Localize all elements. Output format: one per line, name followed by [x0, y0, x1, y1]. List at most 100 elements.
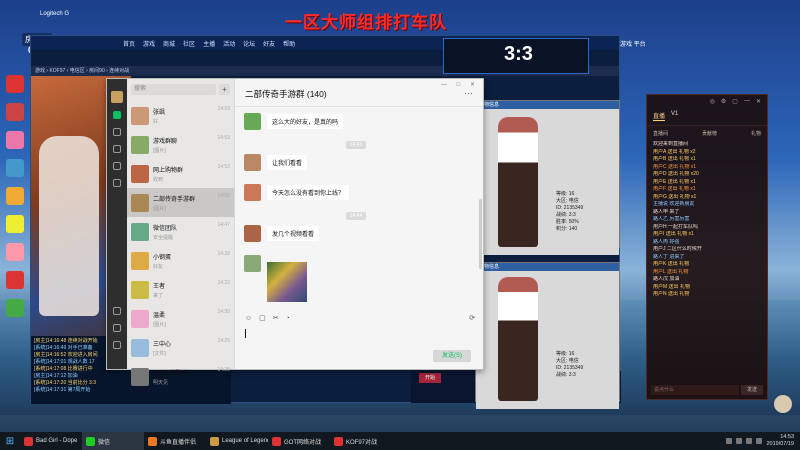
live-sub-tab[interactable]: 贡献榜: [702, 130, 717, 137]
taskbar-app[interactable]: 斗鱼直播伴侣: [144, 432, 206, 450]
window-icon[interactable]: ▢: [732, 98, 738, 105]
clock[interactable]: 14:53 2019/07/19: [766, 434, 794, 448]
send-button[interactable]: 发送(S): [433, 350, 471, 362]
user-avatar[interactable]: [111, 91, 123, 103]
game-menu-item[interactable]: 好友: [263, 39, 275, 48]
desktop-icon[interactable]: [2, 215, 28, 233]
phone-icon[interactable]: [113, 324, 121, 332]
contact-avatar: [131, 106, 149, 125]
game-menu-item[interactable]: 社区: [183, 39, 195, 48]
new-chat-button[interactable]: +: [219, 84, 230, 95]
live-message: 路人甲 来了: [653, 208, 680, 215]
conversation-time: 14:20: [217, 367, 230, 373]
conversation-preview: 安全提醒: [153, 234, 174, 241]
sender-avatar[interactable]: [244, 154, 261, 171]
desktop-icon[interactable]: [2, 131, 28, 149]
conversation-item[interactable]: 微信团队 安全提醒 14:47: [127, 217, 234, 246]
image-message[interactable]: [267, 262, 307, 302]
game-menu-item[interactable]: 论坛: [243, 39, 255, 48]
taskbar-app[interactable]: KOF97对战: [330, 432, 392, 450]
volume-icon[interactable]: [746, 438, 753, 444]
sender-avatar[interactable]: [244, 255, 261, 272]
live-sub-tab[interactable]: 直播间: [653, 130, 668, 137]
taskbar-app[interactable]: League of Legends: [206, 432, 268, 450]
settings-icon[interactable]: ⚙: [721, 98, 726, 105]
game-menu-item[interactable]: 商城: [163, 39, 175, 48]
conversation-item[interactable]: 小钢蛋 好友 14:32: [127, 246, 234, 275]
conversation-item[interactable]: 张飒好 14:53: [127, 101, 234, 130]
conversation-item[interactable]: 二部传奇手游群 [图片] 14:52: [127, 188, 234, 217]
chat-message: [235, 255, 477, 305]
taskbar-app[interactable]: GOT网络对战: [268, 432, 330, 450]
network-icon[interactable]: [756, 438, 763, 444]
emoji-icon[interactable]: ☺: [245, 315, 252, 322]
sender-avatar[interactable]: [244, 184, 261, 201]
menu-icon[interactable]: [113, 341, 121, 349]
sender-avatar[interactable]: [244, 225, 261, 242]
message-input-cursor[interactable]: [245, 329, 246, 338]
conversation-time: 14:25: [217, 338, 230, 344]
sender-avatar[interactable]: [244, 113, 261, 130]
game-menu-item[interactable]: 首页: [123, 39, 135, 48]
desktop-icon[interactable]: [2, 159, 28, 177]
conversation-item[interactable]: 37807战队群 明天见 14:20: [127, 362, 234, 391]
window-controls[interactable]: — □ ✕: [441, 81, 479, 88]
conversation-item[interactable]: 游戏群聊 [图片] 14:53: [127, 130, 234, 159]
desktop-icon[interactable]: [2, 75, 28, 93]
minimize-icon[interactable]: —: [744, 98, 750, 104]
game-menu-item[interactable]: 游戏: [143, 39, 155, 48]
live-chat-input[interactable]: 说点什么: [651, 385, 739, 395]
tray-icon[interactable]: [726, 438, 733, 444]
files-icon[interactable]: [113, 162, 121, 170]
desktop-icon[interactable]: [2, 243, 28, 261]
message-scrollbar[interactable]: [479, 199, 482, 269]
taskbar-app[interactable]: Bad Girl - Dope: [20, 432, 82, 450]
tray-icon[interactable]: [736, 438, 743, 444]
live-tab[interactable]: 直播: [653, 111, 666, 121]
game-menu-item[interactable]: 活动: [223, 39, 235, 48]
contacts-icon[interactable]: [113, 128, 121, 136]
live-message: 用户I 送出 礼物 x1: [653, 231, 694, 237]
conversation-item[interactable]: 温柔 [图片] 14:30: [127, 304, 234, 333]
game-menu-item[interactable]: 主播: [203, 39, 215, 48]
live-send-button[interactable]: 发送: [741, 385, 763, 395]
taskbar-app-label: Bad Girl - Dope: [36, 438, 78, 444]
conversation-item[interactable]: 三中心 [文件] 14:25: [127, 333, 234, 362]
moments-icon[interactable]: [113, 179, 121, 187]
fighter-sprite: [39, 136, 99, 316]
taskbar: ⊞ Bad Girl - Dope 微信 斗鱼直播伴侣 League of Legen…: [0, 432, 800, 450]
game-start-button[interactable]: 开始: [419, 373, 441, 383]
desktop-icon[interactable]: [2, 103, 28, 121]
chat-icon[interactable]: [113, 111, 121, 119]
platform-label: 游戏 平台: [620, 42, 646, 48]
mini-program-icon[interactable]: [113, 307, 121, 315]
taskbar-app[interactable]: 微信: [82, 432, 144, 450]
search-input[interactable]: 搜索: [131, 84, 216, 95]
close-icon[interactable]: ✕: [756, 98, 761, 105]
app-icon: [86, 436, 95, 446]
live-tab[interactable]: V1: [671, 111, 678, 121]
contact-avatar: [131, 164, 149, 183]
conversation-preview: 好友: [153, 263, 164, 270]
game-menu-item[interactable]: 帮助: [283, 39, 295, 48]
desktop-icon[interactable]: [2, 271, 28, 289]
more-options-button[interactable]: ···: [464, 88, 473, 98]
history-icon[interactable]: ◔: [286, 315, 290, 322]
desktop-icon-avatar[interactable]: [770, 395, 796, 413]
conversation-item[interactable]: 网上购物群 收到 14:52: [127, 159, 234, 188]
conversation-preview: [图片]: [153, 147, 166, 154]
desktop-icon[interactable]: [2, 187, 28, 205]
stat-line: 胜率: 50%: [556, 219, 579, 225]
conversation-item[interactable]: 王者 来了 14:32: [127, 275, 234, 304]
conversation-preview: 来了: [153, 292, 164, 299]
screenshot-icon[interactable]: ✂: [273, 314, 279, 322]
video-call-icon[interactable]: ⟳: [469, 314, 475, 322]
start-button[interactable]: ⊞: [0, 432, 20, 450]
taskbar-app-label: 斗鱼直播伴侣: [160, 439, 197, 446]
live-sub-tab[interactable]: 礼物: [751, 130, 761, 137]
record-icon[interactable]: ◎: [710, 98, 715, 105]
folder-icon[interactable]: ▢: [259, 314, 266, 322]
favorites-icon[interactable]: [113, 145, 121, 153]
conversation-time: 14:52: [217, 164, 230, 170]
desktop-icon[interactable]: [2, 299, 28, 317]
